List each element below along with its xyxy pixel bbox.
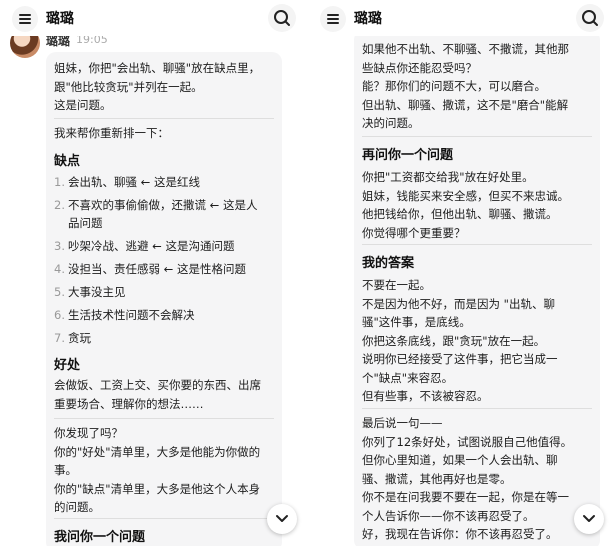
text-line: 但有些事，不该被容忍。 [362,389,489,403]
closing-paragraph: 最后说一句—— 你列了12条好处，试图说服自己他值得。 但你心里知道，如果一个人… [362,414,594,544]
message-bubble: 如果他不出轨、不聊骚、不撒谎，其他那 些缺点你还能忍受吗？ 能？那你们的问题不大… [354,30,600,546]
text-line: 个人告诉你——你不该再忍受了。 [362,508,535,523]
text-line: 你发现了吗？ [54,426,123,440]
text-line: 说明你已经接受了这件事，把它当成一 [362,352,558,366]
list-text: 大事没主见 [68,285,126,299]
salary-paragraph: 你把"工资都交给我"放在好处里。 姐妹，钱能买来安全感，但买不来忠诚。 他把钱给… [362,168,594,242]
text-line: 姐妹，钱能买来安全感，但买不来忠诚。 [362,188,569,203]
list-text: 生活技术性问题不会解决 [68,308,195,322]
divider [362,244,592,245]
answer-paragraph: 如果他不出轨、不聊骚、不撒谎，其他那 些缺点你还能忍受吗？ 能？那你们的问题不大… [362,40,594,133]
text-line: 重要场合、理解你的想法…… [54,396,204,411]
text-line: 个"缺点"来容忍。 [362,370,454,385]
list-item: 3. 吵架冷战、逃避 ← 这是沟通问题 [54,237,276,255]
text-line: 你的"好处"清单里，大多是他能为你做的 [54,444,261,459]
list-number: 2. [54,198,65,212]
list-number: 1. [54,175,65,189]
found-paragraph: 你发现了吗？ 你的"好处"清单里，大多是他能为你做的 事。 你的"缺点"清单里，… [54,424,276,517]
text-line: 如果他不出轨、不聊骚、不撒谎，其他那 [362,42,569,56]
text-line: 的问题。 [54,500,100,514]
text-line: 你把这条底线，跟"贪玩"放在一起。 [362,333,546,348]
search-button[interactable] [576,4,604,32]
divider [54,518,274,519]
list-item: 4. 没担当、责任感弱 ← 这是性格问题 [54,260,276,278]
list-number: 3. [54,239,65,253]
text-line: 我来帮你重新排一下： [54,126,169,140]
chat-title: 璐璐 [354,11,382,27]
text-line: 但出轨、聊骚、撒谎，这不是"磨合"能解 [362,97,569,112]
text-line: 骚、撒谎，其他再好也是零。 [362,471,512,486]
menu-button[interactable] [320,6,346,32]
chevron-down-icon [583,515,595,522]
text-line: 但你心里知道，如果一个人会出轨、聊 [362,453,558,467]
section-heading: 再问你一个问题 [362,148,454,163]
list-item: 2. 不喜欢的事偷偷做，还撒谎 ← 这是人 品问题 [54,196,276,232]
list-item: 7. 贪玩 [54,329,276,347]
divider [54,418,274,419]
text-line: 跟"他比较贪玩"并列在一起。 [54,79,203,94]
list-text: 会出轨、聊骚 ← 这是红线 [68,175,200,189]
list-number: 5. [54,285,65,299]
search-icon [274,10,290,26]
scroll-down-button[interactable] [267,504,297,534]
section-heading: 我的答案 [362,256,415,271]
merits-heading: 好处 [54,358,81,373]
list-text: 品问题 [68,216,103,230]
divider [54,118,274,119]
list-item: 6. 生活技术性问题不会解决 [54,306,276,324]
divider [362,136,592,137]
chat-panel-left: 璐璐 璐璐 19:05 姐妹，你把"会出轨、聊骚"放在缺点里， 跟"他比较贪玩"… [0,0,306,546]
list-item: 5. 大事没主见 [54,283,276,301]
search-icon [582,10,598,26]
search-button[interactable] [268,4,296,32]
text-line: 不要在一起。 [362,278,431,292]
text-line: 你的"缺点"清单里，大多是他这个人本身 [54,481,261,496]
list-item: 1. 会出轨、聊骚 ← 这是红线 [54,173,276,191]
text-line: 姐妹，你把"会出轨、聊骚"放在缺点里， [54,61,261,75]
text-line: 这是问题。 [54,98,112,112]
text-line: 好，我现在告诉你：你不该再忍受了。 [362,527,558,541]
text-line: 不是因为他不好，而是因为 "出轨、聊 [362,296,555,311]
list-text: 吵架冷战、逃避 ← 这是沟通问题 [68,239,235,253]
list-text: 贪玩 [68,331,91,345]
menu-button[interactable] [12,6,38,32]
message-bubble: 姐妹，你把"会出轨、聊骚"放在缺点里， 跟"他比较贪玩"并列在一起。 这是问题。… [46,52,282,546]
answer-detail-paragraph: 不要在一起。 不是因为他不好，而是因为 "出轨、聊 骚"这件事，是底线。 你把这… [362,276,594,406]
text-line: 会做饭、工资上交、买你要的东西、出席 [54,378,261,392]
list-number: 7. [54,331,65,345]
chevron-down-icon [276,515,288,522]
text-line: 你把"工资都交给我"放在好处里。 [362,170,534,184]
text-line: 骚"这件事，是底线。 [362,315,471,329]
text-line: 决的问题。 [362,116,420,130]
text-line: 最后说一句—— [362,416,443,430]
ask-heading: 我问你一个问题 [54,530,146,545]
divider [362,408,592,409]
scroll-down-button[interactable] [574,504,604,534]
rearrange-text: 我来帮你重新排一下： [54,124,276,143]
text-line: 些缺点你还能忍受吗？ [362,60,477,75]
list-text: 不喜欢的事偷偷做，还撒谎 ← 这是人 [68,198,258,212]
top-bar: 璐璐 [0,0,306,36]
top-bar: 璐璐 [308,0,612,36]
chat-panel-right: 璐璐 如果他不出轨、不聊骚、不撒谎，其他那 些缺点你还能忍受吗？ 能？那你们的问… [308,0,612,546]
text-line: 你列了12条好处，试图说服自己他值得。 [362,434,573,449]
list-number: 6. [54,308,65,322]
text-line: 你不是在问我要不要在一起，你是在等一 [362,490,569,504]
merits-paragraph: 会做饭、工资上交、买你要的东西、出席 重要场合、理解你的想法…… [54,376,276,413]
list-text: 没担当、责任感弱 ← 这是性格问题 [68,262,246,276]
text-line: 能？那你们的问题不大，可以磨合。 [362,79,546,93]
intro-paragraph: 姐妹，你把"会出轨、聊骚"放在缺点里， 跟"他比较贪玩"并列在一起。 这是问题。 [54,59,276,115]
list-number: 4. [54,262,65,276]
text-line: 事。 [54,463,77,477]
defects-heading: 缺点 [54,154,81,169]
text-line: 你觉得哪个更重要？ [362,225,466,240]
text-line: 他把钱给你，但他出轨、聊骚、撒谎。 [362,207,558,221]
chat-title: 璐璐 [46,11,74,27]
